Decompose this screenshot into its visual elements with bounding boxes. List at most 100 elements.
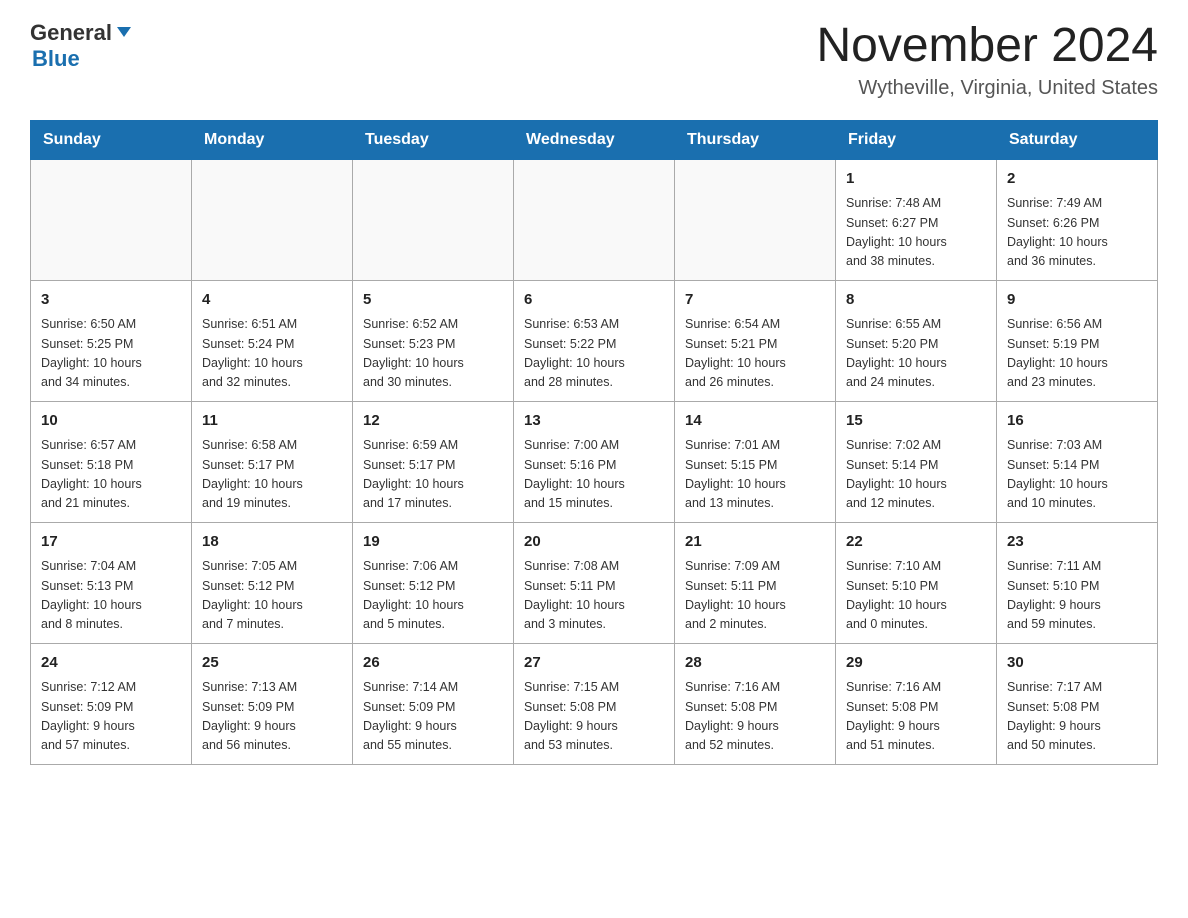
- day-number: 30: [1007, 652, 1147, 675]
- table-row: 23 Sunrise: 7:11 AMSunset: 5:10 PMDayligh…: [997, 522, 1158, 643]
- table-row: 15 Sunrise: 7:02 AMSunset: 5:14 PMDayligh…: [836, 401, 997, 522]
- table-row: 28 Sunrise: 7:16 AMSunset: 5:08 PMDayligh…: [675, 643, 836, 764]
- table-row: [675, 159, 836, 280]
- day-number: 22: [846, 531, 986, 554]
- day-number: 12: [363, 410, 503, 433]
- day-number: 25: [202, 652, 342, 675]
- table-row: 6Sunrise: 6:53 AMSunset: 5:22 PMDaylight…: [514, 280, 675, 401]
- day-info: Sunrise: 6:56 AMSunset: 5:19 PMDaylight:…: [1007, 315, 1147, 393]
- day-number: 26: [363, 652, 503, 675]
- table-row: [31, 159, 192, 280]
- table-row: 21 Sunrise: 7:09 AMSunset: 5:11 PMDayligh…: [675, 522, 836, 643]
- day-info: Sunrise: 6:53 AMSunset: 5:22 PMDaylight:…: [524, 315, 664, 393]
- table-row: 8 Sunrise: 6:55 AMSunset: 5:20 PMDaylight…: [836, 280, 997, 401]
- day-info: Sunrise: 7:13 AMSunset: 5:09 PMDaylight:…: [202, 678, 342, 756]
- table-row: 11 Sunrise: 6:58 AMSunset: 5:17 PMDayligh…: [192, 401, 353, 522]
- day-number: 15: [846, 410, 986, 433]
- calendar-table: Sunday Monday Tuesday Wednesday Thursday…: [30, 120, 1158, 765]
- page-header: General Blue November 2024 Wytheville, V…: [30, 20, 1158, 100]
- day-info: Sunrise: 6:59 AMSunset: 5:17 PMDaylight:…: [363, 436, 503, 514]
- table-row: 5 Sunrise: 6:52 AMSunset: 5:23 PMDaylight…: [353, 280, 514, 401]
- day-number: 8: [846, 289, 986, 312]
- header-monday: Monday: [192, 120, 353, 159]
- day-number: 2: [1007, 168, 1147, 191]
- logo-arrow-icon: [115, 23, 133, 46]
- day-number: 10: [41, 410, 181, 433]
- day-info: Sunrise: 6:58 AMSunset: 5:17 PMDaylight:…: [202, 436, 342, 514]
- day-number: 23: [1007, 531, 1147, 554]
- table-row: 22 Sunrise: 7:10 AMSunset: 5:10 PMDayligh…: [836, 522, 997, 643]
- header-sunday: Sunday: [31, 120, 192, 159]
- day-number: 19: [363, 531, 503, 554]
- table-row: 26 Sunrise: 7:14 AMSunset: 5:09 PMDayligh…: [353, 643, 514, 764]
- day-number: 17: [41, 531, 181, 554]
- day-info: Sunrise: 7:09 AMSunset: 5:11 PMDaylight:…: [685, 557, 825, 635]
- table-row: 18 Sunrise: 7:05 AMSunset: 5:12 PMDayligh…: [192, 522, 353, 643]
- table-row: 29 Sunrise: 7:16 AMSunset: 5:08 PMDayligh…: [836, 643, 997, 764]
- table-row: [192, 159, 353, 280]
- day-number: 9: [1007, 289, 1147, 312]
- table-row: 19Sunrise: 7:06 AMSunset: 5:12 PMDayligh…: [353, 522, 514, 643]
- header-friday: Friday: [836, 120, 997, 159]
- table-row: 25 Sunrise: 7:13 AMSunset: 5:09 PMDayligh…: [192, 643, 353, 764]
- table-row: 14 Sunrise: 7:01 AMSunset: 5:15 PMDayligh…: [675, 401, 836, 522]
- week-row-4: 17Sunrise: 7:04 AMSunset: 5:13 PMDayligh…: [31, 522, 1158, 643]
- day-info: Sunrise: 7:11 AMSunset: 5:10 PMDaylight:…: [1007, 557, 1147, 635]
- day-info: Sunrise: 7:01 AMSunset: 5:15 PMDaylight:…: [685, 436, 825, 514]
- day-number: 13: [524, 410, 664, 433]
- day-number: 5: [363, 289, 503, 312]
- day-info: Sunrise: 7:48 AMSunset: 6:27 PMDaylight:…: [846, 194, 986, 272]
- day-info: Sunrise: 6:55 AMSunset: 5:20 PMDaylight:…: [846, 315, 986, 393]
- logo-blue: Blue: [32, 46, 133, 72]
- day-info: Sunrise: 7:16 AMSunset: 5:08 PMDaylight:…: [846, 678, 986, 756]
- day-number: 20: [524, 531, 664, 554]
- table-row: 13Sunrise: 7:00 AMSunset: 5:16 PMDayligh…: [514, 401, 675, 522]
- table-row: [353, 159, 514, 280]
- week-row-1: 1 Sunrise: 7:48 AMSunset: 6:27 PMDaylight…: [31, 159, 1158, 280]
- week-row-2: 3Sunrise: 6:50 AMSunset: 5:25 PMDaylight…: [31, 280, 1158, 401]
- day-number: 27: [524, 652, 664, 675]
- day-number: 1: [846, 168, 986, 191]
- calendar-title: November 2024: [816, 20, 1158, 73]
- day-number: 28: [685, 652, 825, 675]
- day-info: Sunrise: 7:02 AMSunset: 5:14 PMDaylight:…: [846, 436, 986, 514]
- day-info: Sunrise: 6:54 AMSunset: 5:21 PMDaylight:…: [685, 315, 825, 393]
- week-row-3: 10 Sunrise: 6:57 AMSunset: 5:18 PMDayligh…: [31, 401, 1158, 522]
- day-number: 18: [202, 531, 342, 554]
- table-row: 27 Sunrise: 7:15 AMSunset: 5:08 PMDayligh…: [514, 643, 675, 764]
- day-info: Sunrise: 7:12 AMSunset: 5:09 PMDaylight:…: [41, 678, 181, 756]
- calendar-subtitle: Wytheville, Virginia, United States: [816, 77, 1158, 100]
- header-wednesday: Wednesday: [514, 120, 675, 159]
- day-number: 3: [41, 289, 181, 312]
- day-number: 14: [685, 410, 825, 433]
- title-area: November 2024 Wytheville, Virginia, Unit…: [816, 20, 1158, 100]
- table-row: 17Sunrise: 7:04 AMSunset: 5:13 PMDayligh…: [31, 522, 192, 643]
- day-info: Sunrise: 7:08 AMSunset: 5:11 PMDaylight:…: [524, 557, 664, 635]
- day-number: 24: [41, 652, 181, 675]
- day-info: Sunrise: 7:16 AMSunset: 5:08 PMDaylight:…: [685, 678, 825, 756]
- table-row: 24 Sunrise: 7:12 AMSunset: 5:09 PMDayligh…: [31, 643, 192, 764]
- day-info: Sunrise: 7:15 AMSunset: 5:08 PMDaylight:…: [524, 678, 664, 756]
- weekday-header-row: Sunday Monday Tuesday Wednesday Thursday…: [31, 120, 1158, 159]
- header-saturday: Saturday: [997, 120, 1158, 159]
- day-info: Sunrise: 7:10 AMSunset: 5:10 PMDaylight:…: [846, 557, 986, 635]
- day-info: Sunrise: 7:05 AMSunset: 5:12 PMDaylight:…: [202, 557, 342, 635]
- day-number: 16: [1007, 410, 1147, 433]
- table-row: 1 Sunrise: 7:48 AMSunset: 6:27 PMDaylight…: [836, 159, 997, 280]
- day-number: 11: [202, 410, 342, 433]
- week-row-5: 24 Sunrise: 7:12 AMSunset: 5:09 PMDayligh…: [31, 643, 1158, 764]
- header-thursday: Thursday: [675, 120, 836, 159]
- day-info: Sunrise: 6:52 AMSunset: 5:23 PMDaylight:…: [363, 315, 503, 393]
- table-row: 9 Sunrise: 6:56 AMSunset: 5:19 PMDaylight…: [997, 280, 1158, 401]
- day-info: Sunrise: 7:03 AMSunset: 5:14 PMDaylight:…: [1007, 436, 1147, 514]
- day-info: Sunrise: 6:57 AMSunset: 5:18 PMDaylight:…: [41, 436, 181, 514]
- day-number: 21: [685, 531, 825, 554]
- day-info: Sunrise: 7:17 AMSunset: 5:08 PMDaylight:…: [1007, 678, 1147, 756]
- day-number: 4: [202, 289, 342, 312]
- table-row: 2Sunrise: 7:49 AMSunset: 6:26 PMDaylight…: [997, 159, 1158, 280]
- table-row: 16 Sunrise: 7:03 AMSunset: 5:14 PMDayligh…: [997, 401, 1158, 522]
- table-row: 7Sunrise: 6:54 AMSunset: 5:21 PMDaylight…: [675, 280, 836, 401]
- day-number: 29: [846, 652, 986, 675]
- day-info: Sunrise: 7:14 AMSunset: 5:09 PMDaylight:…: [363, 678, 503, 756]
- day-info: Sunrise: 6:51 AMSunset: 5:24 PMDaylight:…: [202, 315, 342, 393]
